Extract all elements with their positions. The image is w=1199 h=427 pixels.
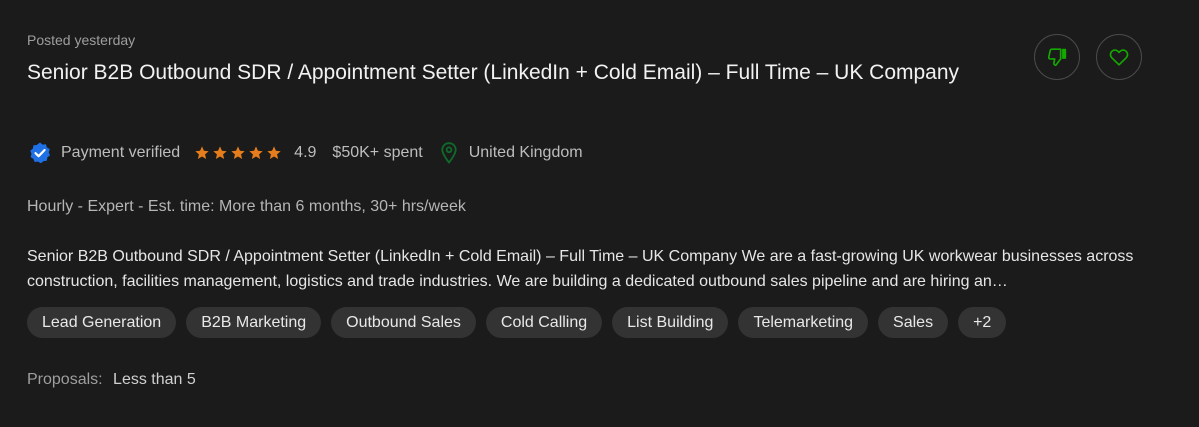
skill-tag[interactable]: Sales [878, 307, 949, 338]
more-skills-button[interactable]: +2 [958, 307, 1007, 338]
client-location: United Kingdom [468, 144, 583, 161]
rating-stars [194, 145, 282, 161]
verified-badge-icon [28, 141, 52, 165]
dislike-button[interactable] [1034, 34, 1080, 80]
proposals-info: Proposals: Less than 5 [27, 371, 196, 389]
star-icon [195, 146, 209, 159]
star-icon [249, 146, 263, 159]
skills-list: Lead Generation B2B Marketing Outbound S… [27, 307, 1007, 338]
job-title[interactable]: Senior B2B Outbound SDR / Appointment Se… [27, 58, 1017, 87]
heart-icon [1108, 46, 1130, 68]
posted-time: Posted yesterday [27, 32, 136, 48]
save-job-button[interactable] [1096, 34, 1142, 80]
thumbs-down-icon [1046, 46, 1068, 68]
job-terms: Hourly - Expert - Est. time: More than 6… [27, 198, 466, 215]
skill-tag[interactable]: List Building [612, 307, 729, 338]
job-actions [1034, 34, 1142, 80]
job-description: Senior B2B Outbound SDR / Appointment Se… [27, 248, 1134, 290]
skill-tag[interactable]: Lead Generation [27, 307, 177, 338]
proposals-value: Less than 5 [113, 371, 196, 388]
star-icon [213, 146, 227, 159]
skill-tag[interactable]: Cold Calling [485, 307, 603, 338]
star-icon [267, 146, 281, 159]
proposals-label: Proposals: [27, 371, 103, 388]
rating-value: 4.9 [294, 144, 317, 161]
skill-tag[interactable]: Telemarketing [738, 307, 869, 338]
payment-status: Payment verified [61, 144, 181, 161]
star-icon [231, 146, 245, 159]
skill-tag[interactable]: Outbound Sales [331, 307, 476, 338]
job-card[interactable]: Posted yesterday Senior B2B Outbound SDR… [0, 0, 1199, 427]
client-info: Payment verified 4.9 $50K+ spent United … [28, 141, 583, 165]
skill-tag[interactable]: B2B Marketing [186, 307, 322, 338]
client-spent: $50K+ spent [332, 144, 423, 161]
location-pin-icon [441, 142, 457, 164]
